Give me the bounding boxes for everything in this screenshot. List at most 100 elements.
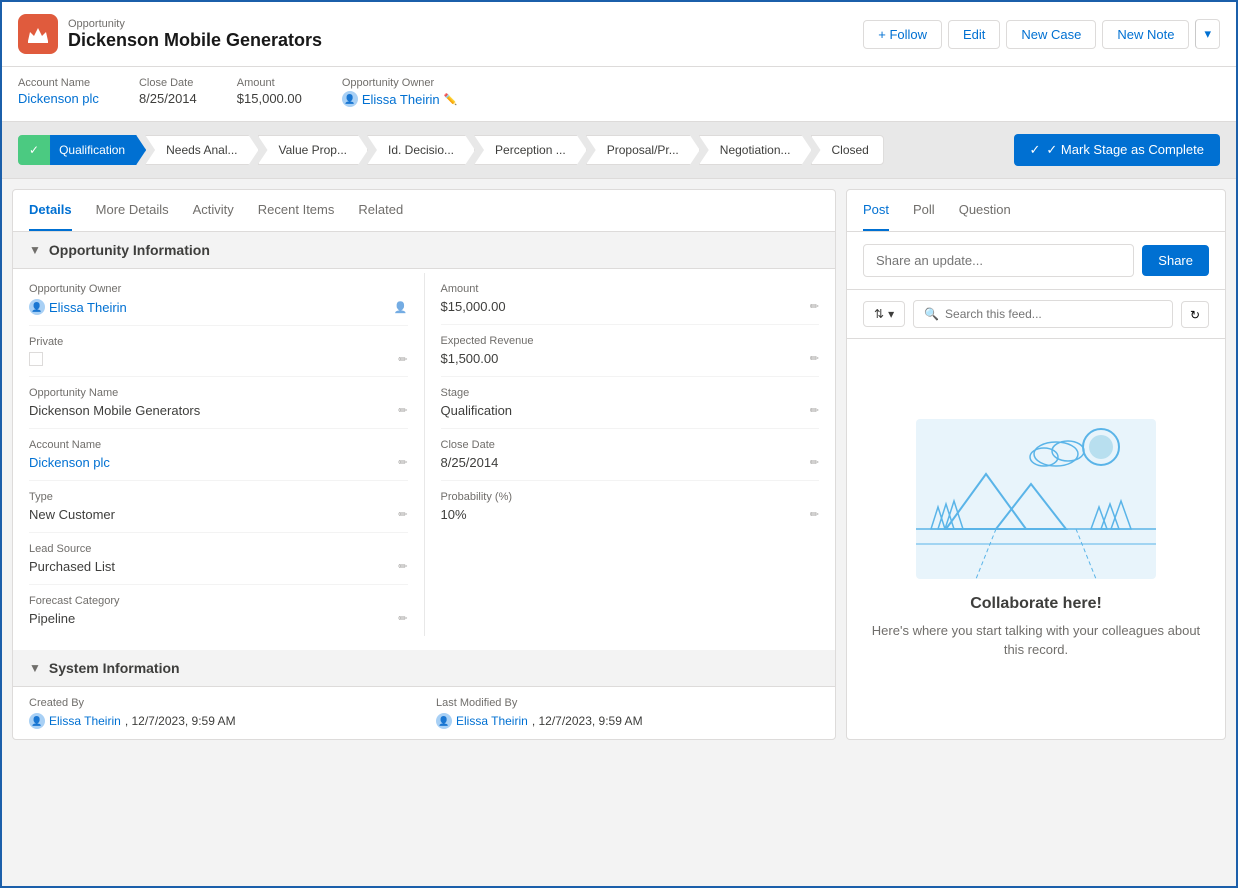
fields-right: Amount $15,000.00 ✏ Expected Revenue $1,… xyxy=(425,273,820,636)
mark-complete-check: ✓ xyxy=(1030,142,1041,158)
owner-link[interactable]: Elissa Theirin xyxy=(362,92,440,107)
mark-stage-complete-button[interactable]: ✓ ✓ Mark Stage as Complete xyxy=(1014,134,1220,166)
stage-completed[interactable]: ✓ xyxy=(18,135,50,165)
modified-by-link[interactable]: Elissa Theirin xyxy=(456,714,528,728)
amount-right-text: $15,000.00 xyxy=(441,299,506,314)
system-info-title: System Information xyxy=(49,660,180,676)
share-area: Share xyxy=(847,232,1225,290)
private-label: Private xyxy=(29,336,408,348)
record-name: Dickenson Mobile Generators xyxy=(68,30,322,51)
lead-source-label: Lead Source xyxy=(29,543,408,555)
more-actions-button[interactable]: ▾ xyxy=(1195,19,1220,49)
stage-edit-icon[interactable]: ✏ xyxy=(810,404,819,417)
owner-edit-icon[interactable]: ✏️ xyxy=(444,93,458,106)
opp-owner-label: Opportunity Owner xyxy=(29,283,408,295)
private-checkbox[interactable] xyxy=(29,352,43,366)
tab-recent-items[interactable]: Recent Items xyxy=(258,190,335,231)
opp-name-field: Opportunity Name Dickenson Mobile Genera… xyxy=(29,377,408,429)
system-info-header[interactable]: ▼ System Information xyxy=(13,650,835,687)
stage-closed-label: Closed xyxy=(832,143,869,157)
type-label: Type xyxy=(29,491,408,503)
expected-revenue-value: $1,500.00 ✏ xyxy=(441,351,820,366)
tab-related[interactable]: Related xyxy=(358,190,403,231)
mark-complete-label: ✓ Mark Stage as Complete xyxy=(1046,142,1204,158)
tab-more-details[interactable]: More Details xyxy=(96,190,169,231)
created-by-avatar: 👤 xyxy=(29,713,45,729)
opportunity-owner-field: Opportunity Owner 👤 Elissa Theirin ✏️ xyxy=(342,77,458,107)
expected-revenue-text: $1,500.00 xyxy=(441,351,499,366)
created-by-link[interactable]: Elissa Theirin xyxy=(49,714,121,728)
share-button[interactable]: Share xyxy=(1142,245,1209,276)
probability-edit-icon[interactable]: ✏ xyxy=(810,508,819,521)
collaborate-illustration xyxy=(916,419,1156,579)
private-value: ✏ xyxy=(29,352,408,366)
share-input[interactable] xyxy=(863,244,1134,277)
stage-needs-analysis-label: Needs Anal... xyxy=(166,143,237,157)
stage-perception[interactable]: Perception ... xyxy=(474,135,587,165)
follow-button[interactable]: + Follow xyxy=(863,20,942,49)
opp-owner-person-icon[interactable]: 👤 xyxy=(394,301,408,314)
stage-negotiation[interactable]: Negotiation... xyxy=(699,135,812,165)
collaborate-text: Here's where you start talking with your… xyxy=(867,621,1205,660)
opp-owner-link[interactable]: Elissa Theirin xyxy=(49,300,127,315)
right-tab-poll[interactable]: Poll xyxy=(913,190,935,231)
sort-icon: ⇅ xyxy=(874,307,884,321)
stage-value-prop[interactable]: Value Prop... xyxy=(258,135,368,165)
probability-value: 10% ✏ xyxy=(441,507,820,522)
account-name-link[interactable]: Dickenson plc xyxy=(18,91,99,106)
new-case-button[interactable]: New Case xyxy=(1006,20,1096,49)
type-field: Type New Customer ✏ xyxy=(29,481,408,533)
modified-by-value: 👤 Elissa Theirin , 12/7/2023, 9:59 AM xyxy=(436,713,819,729)
header-actions: + Follow Edit New Case New Note ▾ xyxy=(863,19,1220,49)
stage-right-label: Stage xyxy=(441,387,820,399)
account-name-edit-icon[interactable]: ✏ xyxy=(398,456,407,469)
close-date-edit-icon[interactable]: ✏ xyxy=(810,456,819,469)
created-by-value: 👤 Elissa Theirin , 12/7/2023, 9:59 AM xyxy=(29,713,412,729)
close-date-right-label: Close Date xyxy=(441,439,820,451)
opportunity-owner-value: 👤 Elissa Theirin ✏️ xyxy=(342,91,458,107)
right-panel: Post Poll Question Share ⇅ ▾ 🔍 xyxy=(846,189,1226,740)
account-name-left-value: Dickenson plc ✏ xyxy=(29,455,408,470)
private-edit-icon[interactable]: ✏ xyxy=(398,353,407,366)
tab-activity[interactable]: Activity xyxy=(193,190,234,231)
stage-needs-analysis[interactable]: Needs Anal... xyxy=(145,135,258,165)
left-panel: Details More Details Activity Recent Ite… xyxy=(12,189,836,740)
account-name-left-label: Account Name xyxy=(29,439,408,451)
expected-revenue-edit-icon[interactable]: ✏ xyxy=(810,352,819,365)
forecast-category-edit-icon[interactable]: ✏ xyxy=(398,612,407,625)
modified-by-avatar: 👤 xyxy=(436,713,452,729)
tab-details[interactable]: Details xyxy=(29,190,72,231)
opp-owner-field: Opportunity Owner 👤 Elissa Theirin 👤 xyxy=(29,273,408,326)
collapse-chevron: ▼ xyxy=(29,243,41,257)
stage-closed[interactable]: Closed xyxy=(811,135,884,165)
lead-source-edit-icon[interactable]: ✏ xyxy=(398,560,407,573)
account-name-left-link[interactable]: Dickenson plc xyxy=(29,455,110,470)
opp-name-value: Dickenson Mobile Generators ✏ xyxy=(29,403,408,418)
sort-button[interactable]: ⇅ ▾ xyxy=(863,301,905,327)
stage-items: ✓ Qualification Needs Anal... Value Prop… xyxy=(18,135,1002,165)
search-feed-container: 🔍 xyxy=(913,300,1173,328)
meta-strip: Account Name Dickenson plc Close Date 8/… xyxy=(2,67,1236,122)
probability-label: Probability (%) xyxy=(441,491,820,503)
type-edit-icon[interactable]: ✏ xyxy=(398,508,407,521)
opp-name-text: Dickenson Mobile Generators xyxy=(29,403,200,418)
created-date: , 12/7/2023, 9:59 AM xyxy=(125,714,236,728)
right-tab-post[interactable]: Post xyxy=(863,190,889,231)
forecast-category-field: Forecast Category Pipeline ✏ xyxy=(29,585,408,636)
modified-date: , 12/7/2023, 9:59 AM xyxy=(532,714,643,728)
search-feed-input[interactable] xyxy=(945,307,1162,321)
account-name-field: Account Name Dickenson plc xyxy=(18,77,99,107)
stage-proposal[interactable]: Proposal/Pr... xyxy=(586,135,700,165)
new-note-button[interactable]: New Note xyxy=(1102,20,1189,49)
created-by-label: Created By xyxy=(29,697,412,709)
edit-button[interactable]: Edit xyxy=(948,20,1000,49)
opp-name-edit-icon[interactable]: ✏ xyxy=(398,404,407,417)
stage-qualification[interactable]: Qualification xyxy=(50,135,146,165)
account-name-left-field: Account Name Dickenson plc ✏ xyxy=(29,429,408,481)
opportunity-info-header[interactable]: ▼ Opportunity Information xyxy=(13,232,835,269)
stage-id-decision[interactable]: Id. Decisio... xyxy=(367,135,475,165)
amount-edit-icon[interactable]: ✏ xyxy=(810,300,819,313)
right-tab-question[interactable]: Question xyxy=(959,190,1011,231)
stage-id-decision-label: Id. Decisio... xyxy=(388,143,454,157)
refresh-button[interactable]: ↻ xyxy=(1181,301,1209,328)
